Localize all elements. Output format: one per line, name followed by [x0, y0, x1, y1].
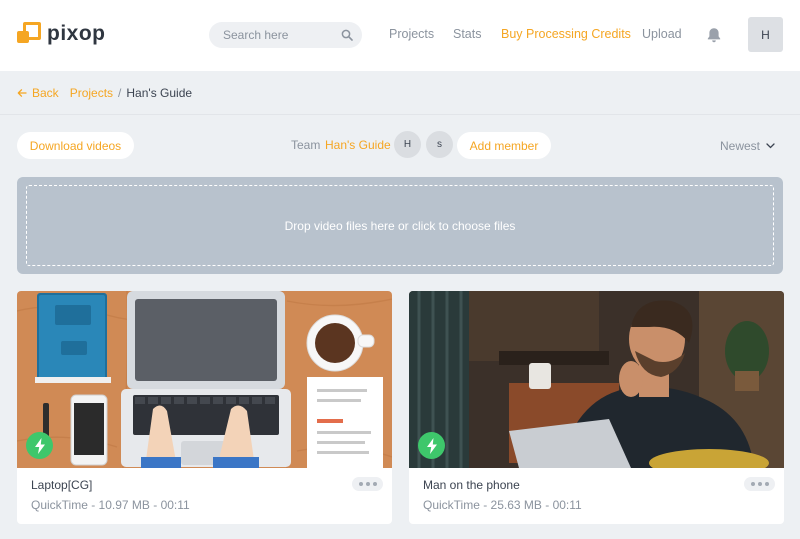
team-name-link[interactable]: Han's Guide: [325, 138, 391, 152]
lightning-icon[interactable]: [418, 432, 445, 459]
nav-projects[interactable]: Projects: [389, 27, 434, 41]
chevron-down-icon: [766, 143, 775, 149]
sort-label: Newest: [720, 139, 761, 153]
dropzone-text: Drop video files here or click to choose…: [26, 185, 774, 266]
more-options-button[interactable]: [744, 477, 775, 491]
add-member-button[interactable]: Add member: [457, 132, 551, 159]
team-label: Team: [291, 138, 321, 152]
logo-icon: [17, 22, 41, 46]
top-header: pixop Projects Stats Buy Processing Cred…: [0, 0, 800, 71]
back-label: Back: [32, 86, 59, 100]
search-icon[interactable]: [341, 29, 353, 41]
arrow-left-icon: [17, 89, 27, 97]
breadcrumb: Back Projects / Han's Guide: [17, 86, 192, 100]
breadcrumb-separator: /: [118, 86, 122, 100]
video-meta: QuickTime - 10.97 MB - 00:11: [31, 498, 190, 512]
lightning-icon[interactable]: [26, 432, 53, 459]
video-thumbnail[interactable]: [409, 291, 784, 468]
video-thumbnail[interactable]: [17, 291, 392, 468]
breadcrumb-current: Han's Guide: [126, 86, 193, 100]
user-avatar[interactable]: H: [748, 17, 783, 52]
video-title[interactable]: Laptop[CG]: [31, 478, 92, 492]
pixop-logo[interactable]: pixop: [17, 20, 107, 48]
nav-upload[interactable]: Upload: [642, 27, 682, 41]
divider: [0, 114, 800, 115]
video-meta: QuickTime - 25.63 MB - 00:11: [423, 498, 582, 512]
video-card[interactable]: Man on the phone QuickTime - 25.63 MB - …: [409, 291, 784, 524]
nav-stats[interactable]: Stats: [453, 27, 482, 41]
member-avatar[interactable]: H: [394, 131, 421, 158]
bell-icon[interactable]: [705, 26, 723, 44]
search-input[interactable]: [223, 28, 333, 42]
download-videos-button[interactable]: Download videos: [17, 132, 134, 159]
video-title[interactable]: Man on the phone: [423, 478, 520, 492]
back-link[interactable]: Back: [17, 86, 59, 100]
nav-buy-credits[interactable]: Buy Processing Credits: [501, 27, 631, 41]
more-options-button[interactable]: [352, 477, 383, 491]
upload-dropzone[interactable]: Drop video files here or click to choose…: [17, 177, 783, 274]
sort-dropdown[interactable]: Newest: [720, 139, 775, 153]
member-avatar[interactable]: s: [426, 131, 453, 158]
breadcrumb-projects[interactable]: Projects: [70, 86, 113, 100]
logo-text: pixop: [47, 22, 106, 45]
search-box[interactable]: [209, 22, 362, 48]
video-card[interactable]: Laptop[CG] QuickTime - 10.97 MB - 00:11: [17, 291, 392, 524]
